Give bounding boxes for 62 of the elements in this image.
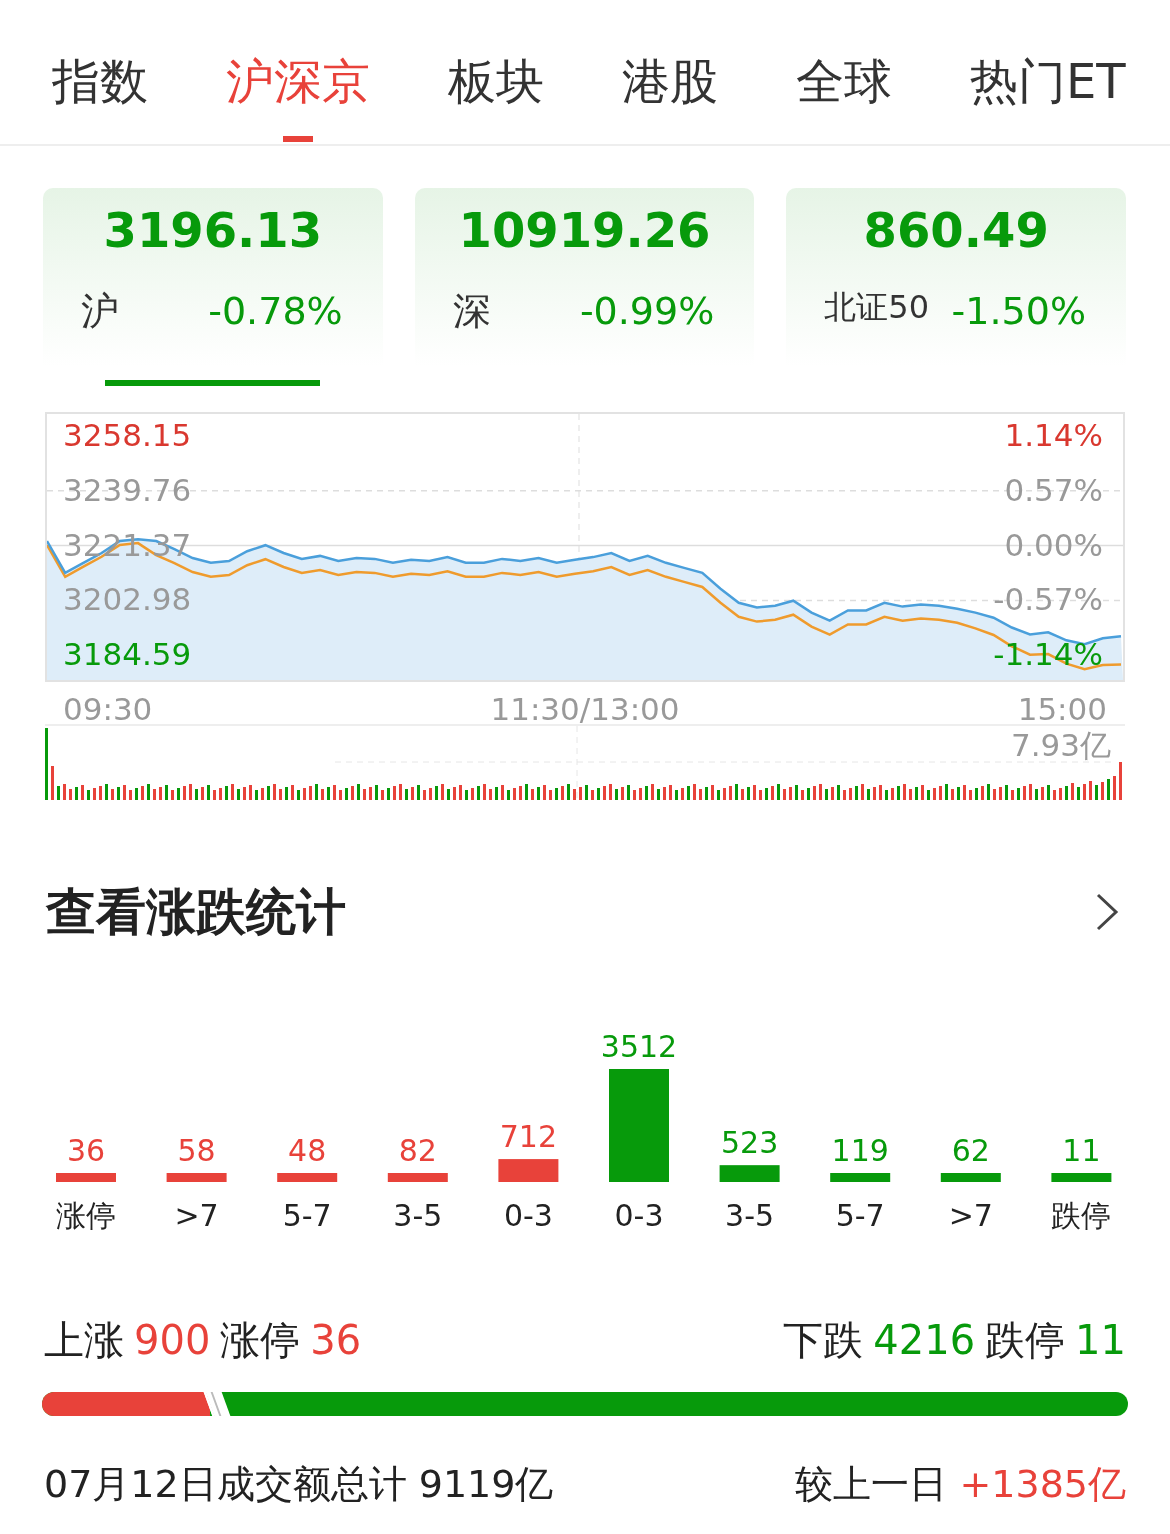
price-label: 3202.98: [63, 584, 192, 616]
count-value: 900: [134, 1316, 211, 1365]
turnover-label: 07月12日成交额总计: [44, 1461, 407, 1508]
count-value: 62: [951, 1133, 990, 1168]
range-label: >7: [948, 1198, 993, 1233]
count-value: 36: [66, 1133, 106, 1168]
percent-label: 0.57%: [1004, 474, 1103, 506]
range-label: 0-3: [503, 1198, 553, 1233]
compare-label: 较上一日: [795, 1461, 948, 1508]
count-value: 11: [1062, 1133, 1101, 1168]
index-change: -0.78%: [208, 287, 343, 335]
section-title: 查看涨跌统计: [46, 882, 346, 942]
summary-label: 上涨: [44, 1316, 124, 1365]
range-label: 3-5: [393, 1198, 443, 1233]
index-name: 深: [452, 287, 491, 335]
time-label: 09:30: [63, 690, 153, 724]
index-change: -1.50%: [951, 287, 1086, 335]
price-label: 3258.15: [63, 419, 192, 451]
time-label: 15:00: [1017, 690, 1107, 724]
percent-label: 1.14%: [1004, 419, 1103, 451]
index-name: 沪: [81, 287, 119, 335]
count-value: 4216: [873, 1316, 976, 1365]
range-label: 0-3: [614, 1198, 664, 1233]
count-value: 3512: [600, 1029, 678, 1064]
turnover-value: 9119亿: [418, 1461, 554, 1508]
percent-label: 0.00%: [1004, 529, 1103, 561]
chevron-right-icon[interactable]: [1094, 892, 1120, 932]
volume-label: 7.93亿: [1010, 728, 1111, 763]
summary-label: 下跌: [783, 1316, 864, 1365]
tab[interactable]: 指数: [52, 0, 148, 144]
range-label: 跌停: [1051, 1198, 1112, 1233]
range-label: 5-7: [282, 1198, 332, 1233]
percent-label: -0.57%: [993, 584, 1103, 616]
index-value: 10919.26: [457, 204, 712, 257]
tab[interactable]: 沪深京: [226, 0, 370, 144]
count-value: 48: [288, 1133, 327, 1168]
tab[interactable]: 港股: [622, 0, 718, 144]
index-change: -0.99%: [579, 287, 715, 335]
count-value: 523: [720, 1125, 779, 1161]
price-label: 3239.76: [63, 474, 192, 506]
index-value: 860.49: [862, 204, 1050, 257]
summary-label: 跌停: [985, 1316, 1066, 1365]
tab[interactable]: 热门ET: [970, 0, 1126, 144]
summary-label: 涨停: [220, 1316, 301, 1365]
index-name: 北证50: [824, 286, 930, 328]
count-value: 11: [1075, 1316, 1126, 1365]
index-card[interactable]: 3196.13 沪 -0.78%: [43, 188, 383, 386]
count-value: 58: [177, 1133, 216, 1168]
count-value: 119: [831, 1133, 889, 1168]
count-value: 36: [310, 1316, 362, 1365]
tab[interactable]: 全球: [796, 0, 892, 144]
range-label: 3-5: [725, 1198, 775, 1233]
count-value: 712: [499, 1119, 558, 1155]
range-label: >7: [174, 1198, 219, 1233]
index-value: 3196.13: [102, 204, 324, 257]
range-label: 5-7: [835, 1198, 885, 1233]
price-label: 3184.59: [63, 639, 192, 671]
time-label: 11:30/13:00: [490, 690, 680, 724]
tab[interactable]: 板块: [448, 0, 544, 144]
range-label: 涨停: [56, 1198, 116, 1233]
compare-value: +1385亿: [959, 1461, 1126, 1508]
count-value: 82: [398, 1133, 437, 1168]
